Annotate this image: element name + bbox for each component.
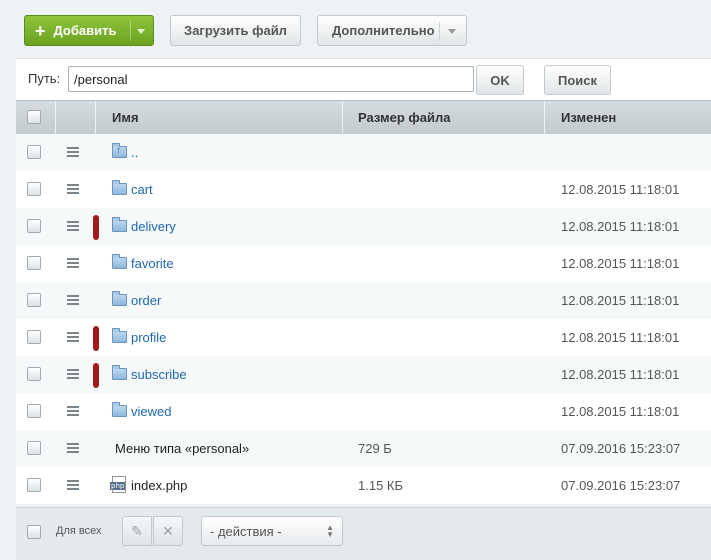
modified-date: 12.08.2015 11:18:01 xyxy=(561,219,680,234)
close-icon: ✕ xyxy=(162,522,174,539)
table-header: Имя Размер файла Изменен xyxy=(16,100,711,134)
access-marker xyxy=(93,363,99,388)
hamburger-icon[interactable] xyxy=(67,221,79,231)
column-divider xyxy=(95,101,96,134)
hamburger-icon[interactable] xyxy=(67,184,79,194)
apply-to-all-checkbox[interactable] xyxy=(27,525,41,539)
add-button-separator xyxy=(130,21,131,41)
row-checkbox[interactable] xyxy=(27,441,41,455)
path-input[interactable] xyxy=(68,66,474,92)
upload-file-button[interactable]: Загрузить файл xyxy=(170,15,301,46)
plus-icon: + xyxy=(35,20,46,41)
actions-select[interactable]: - действия - ▲ ▼ xyxy=(201,516,343,546)
column-divider xyxy=(55,101,56,134)
add-button[interactable]: + Добавить xyxy=(24,15,154,46)
more-button-label: Дополнительно xyxy=(332,23,435,38)
file-name[interactable]: index.php xyxy=(131,467,187,504)
table-row[interactable]: profile 12.08.2015 11:18:01 xyxy=(16,319,711,356)
folder-icon[interactable] xyxy=(112,328,127,343)
table-row[interactable]: favorite 12.08.2015 11:18:01 xyxy=(16,245,711,282)
delete-button[interactable]: ✕ xyxy=(153,516,183,546)
modified-date: 12.08.2015 11:18:01 xyxy=(561,293,680,308)
table-row[interactable]: cart 12.08.2015 11:18:01 xyxy=(16,171,711,208)
row-checkbox[interactable] xyxy=(27,404,41,418)
edit-button[interactable]: ✎ xyxy=(122,516,152,546)
row-checkbox[interactable] xyxy=(27,478,41,492)
modified-date: 12.08.2015 11:18:01 xyxy=(561,330,680,345)
row-checkbox[interactable] xyxy=(27,293,41,307)
column-divider xyxy=(342,101,343,134)
file-name-link[interactable]: delivery xyxy=(131,208,176,245)
table-row[interactable]: order 12.08.2015 11:18:01 xyxy=(16,282,711,319)
file-name[interactable]: Меню типа «personal» xyxy=(115,430,249,467)
folder-icon[interactable] xyxy=(112,217,127,232)
file-name-link[interactable]: order xyxy=(131,282,161,319)
hamburger-icon[interactable] xyxy=(67,295,79,305)
path-bar: Путь: OK Поиск xyxy=(16,58,711,100)
row-checkbox[interactable] xyxy=(27,219,41,233)
row-checkbox[interactable] xyxy=(27,330,41,344)
modified-date: 07.09.2016 15:23:07 xyxy=(561,478,681,493)
file-name-link[interactable]: cart xyxy=(131,171,153,208)
folder-up-icon[interactable] xyxy=(112,143,127,158)
table-row[interactable]: subscribe 12.08.2015 11:18:01 xyxy=(16,356,711,393)
more-button-separator xyxy=(439,22,440,41)
file-table: Имя Размер файла Изменен .. cart 12.08.2… xyxy=(16,100,711,504)
ok-button[interactable]: OK xyxy=(476,65,524,95)
folder-icon[interactable] xyxy=(112,254,127,269)
hamburger-icon[interactable] xyxy=(67,480,79,490)
chevron-down-icon xyxy=(448,29,456,34)
modified-date: 12.08.2015 11:18:01 xyxy=(561,367,680,382)
row-checkbox[interactable] xyxy=(27,367,41,381)
column-header-size[interactable]: Размер файла xyxy=(358,101,451,134)
column-divider xyxy=(544,101,545,134)
hamburger-icon[interactable] xyxy=(67,406,79,416)
column-header-modified[interactable]: Изменен xyxy=(561,101,616,134)
hamburger-icon[interactable] xyxy=(67,369,79,379)
file-size: 1.15 КБ xyxy=(358,478,404,493)
select-arrows-icon: ▲ ▼ xyxy=(326,523,334,539)
row-checkbox[interactable] xyxy=(27,256,41,270)
table-row[interactable]: Меню типа «personal» 729 Б 07.09.2016 15… xyxy=(16,430,711,467)
hamburger-icon[interactable] xyxy=(67,332,79,342)
more-button[interactable]: Дополнительно xyxy=(317,15,467,46)
row-checkbox[interactable] xyxy=(27,145,41,159)
actions-select-value: - действия - xyxy=(210,523,282,539)
file-name-link[interactable]: profile xyxy=(131,319,166,356)
column-header-name[interactable]: Имя xyxy=(112,101,139,134)
search-button[interactable]: Поиск xyxy=(544,65,611,95)
file-name-link[interactable]: subscribe xyxy=(131,356,187,393)
for-all-label: Для всех xyxy=(56,525,102,537)
pencil-icon: ✎ xyxy=(131,522,143,539)
php-file-icon[interactable] xyxy=(110,476,126,493)
modified-date: 12.08.2015 11:18:01 xyxy=(561,182,680,197)
modified-date: 12.08.2015 11:18:01 xyxy=(561,256,680,271)
folder-icon[interactable] xyxy=(112,291,127,306)
folder-icon[interactable] xyxy=(112,402,127,417)
row-checkbox[interactable] xyxy=(27,182,41,196)
table-row[interactable]: delivery 12.08.2015 11:18:01 xyxy=(16,208,711,245)
select-all-checkbox[interactable] xyxy=(27,110,41,124)
toolbar: + Добавить Загрузить файл Дополнительно xyxy=(0,0,711,58)
chevron-down-icon[interactable] xyxy=(137,29,145,34)
table-row[interactable]: viewed 12.08.2015 11:18:01 xyxy=(16,393,711,430)
hamburger-icon[interactable] xyxy=(67,147,79,157)
folder-icon[interactable] xyxy=(112,365,127,380)
file-size: 729 Б xyxy=(358,441,392,456)
path-label: Путь: xyxy=(28,71,61,86)
folder-icon[interactable] xyxy=(112,180,127,195)
file-name-link[interactable]: .. xyxy=(131,134,138,171)
hamburger-icon[interactable] xyxy=(67,258,79,268)
modified-date: 07.09.2016 15:23:07 xyxy=(561,441,681,456)
table-row[interactable]: .. xyxy=(16,134,711,171)
hamburger-icon[interactable] xyxy=(67,443,79,453)
access-marker xyxy=(93,326,99,351)
file-name-link[interactable]: viewed xyxy=(131,393,171,430)
access-marker xyxy=(93,215,99,240)
file-name-link[interactable]: favorite xyxy=(131,245,174,282)
modified-date: 12.08.2015 11:18:01 xyxy=(561,404,680,419)
table-row[interactable]: index.php 1.15 КБ 07.09.2016 15:23:07 xyxy=(16,467,711,504)
table-footer: Для всех ✎ ✕ - действия - ▲ ▼ xyxy=(16,507,711,560)
add-button-label: Добавить xyxy=(53,23,117,38)
